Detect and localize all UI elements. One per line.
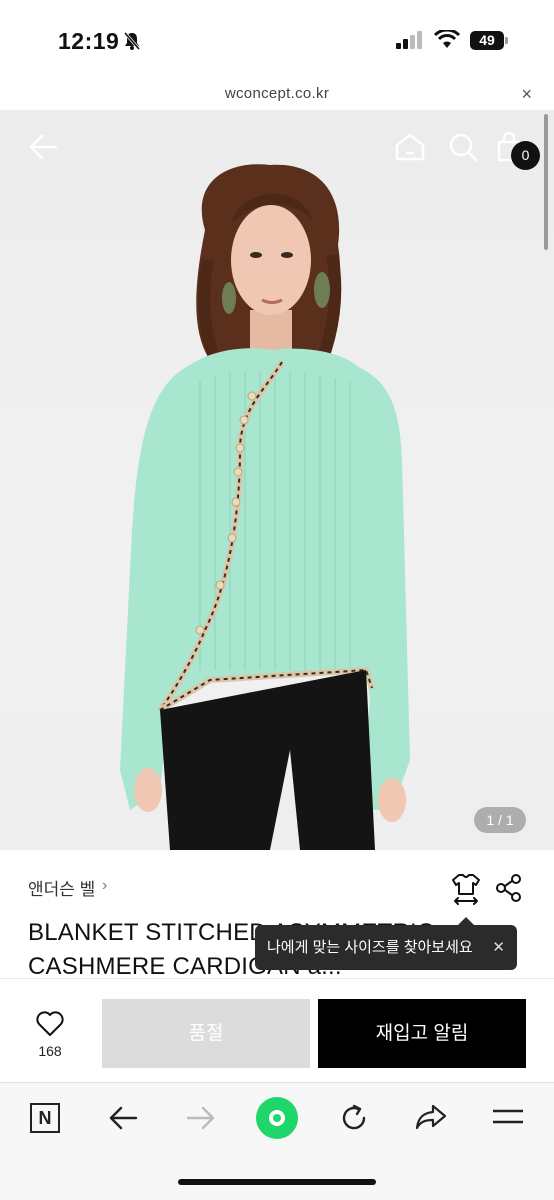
size-guide-icon[interactable] [450,872,482,906]
purchase-action-bar: 168 품절 재입고 알림 [0,978,554,1082]
url-bar[interactable]: wconcept.co.kr × [0,80,554,110]
naver-icon[interactable]: N [30,1103,60,1133]
brand-link[interactable]: 앤더슨 벨 [28,875,95,900]
close-icon[interactable]: × [521,84,532,105]
browser-forward-icon[interactable] [186,1105,216,1131]
share-icon[interactable] [495,874,523,902]
wifi-icon [434,30,460,48]
back-arrow-icon[interactable] [28,132,58,162]
menu-icon[interactable] [492,1108,524,1128]
home-icon[interactable] [394,132,426,162]
soldout-button[interactable]: 품절 [102,999,310,1068]
search-icon[interactable] [448,132,478,162]
product-info: 앤더슨 벨 › BLANKET STITCHED ASYMMETRIC CASH… [0,850,554,980]
status-time: 12:19 [58,28,120,54]
tooltip-arrow [458,917,474,925]
url-text[interactable]: wconcept.co.kr [0,85,554,102]
chevron-right-icon[interactable]: › [102,877,107,895]
size-tooltip-text: 나에게 맞는 사이즈를 찾아보세요 [267,939,473,956]
tooltip-close-icon[interactable]: ✕ [492,925,505,970]
heart-icon[interactable] [36,1011,64,1037]
cart-count-badge[interactable]: 0 [511,141,540,170]
green-dot-icon[interactable] [256,1097,298,1139]
image-counter: 1 / 1 [474,807,526,833]
product-image-area[interactable]: 0 1 / 1 [0,110,554,850]
home-indicator[interactable] [178,1179,376,1185]
battery-tip [505,37,508,44]
hero-top-nav: 0 [0,110,554,186]
size-tooltip[interactable]: 나에게 맞는 사이즈를 찾아보세요 ✕ [255,917,517,970]
product-photo [120,164,410,850]
like-count: 168 [38,1043,62,1059]
refresh-icon[interactable] [339,1103,369,1133]
bell-mute-icon [123,32,141,50]
restock-alert-button[interactable]: 재입고 알림 [318,999,526,1068]
share-arrow-icon[interactable] [415,1103,447,1131]
browser-back-icon[interactable] [108,1105,138,1131]
page-scrollbar[interactable] [544,114,548,250]
status-bar: 12:19 49 [0,0,554,80]
battery-icon: 49 [470,31,504,50]
signal-icon [396,31,422,49]
